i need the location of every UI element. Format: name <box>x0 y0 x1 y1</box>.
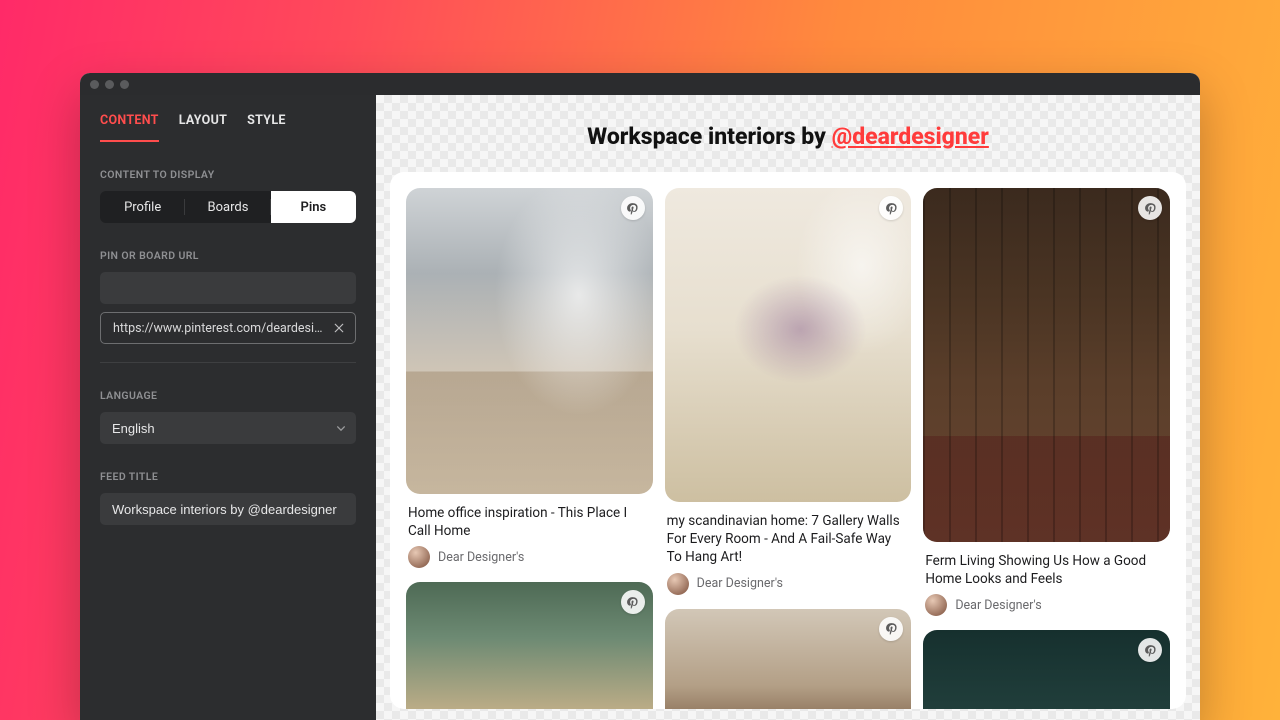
pinterest-icon <box>626 596 639 609</box>
feed-title-input[interactable] <box>100 493 356 525</box>
pin-item[interactable]: Home office inspiration - This Place I C… <box>406 188 653 568</box>
pin-url-chip-text: https://www.pinterest.com/deardesigne… <box>113 321 323 336</box>
pin-item[interactable]: Ferm Living Showing Us How a Good Home L… <box>923 188 1170 616</box>
pin-thumbnail <box>665 609 912 709</box>
pinterest-badge[interactable] <box>1138 196 1162 220</box>
avatar <box>408 546 430 568</box>
pinterest-badge[interactable] <box>621 590 645 614</box>
tab-layout[interactable]: LAYOUT <box>179 113 227 142</box>
close-icon <box>333 322 345 334</box>
pin-thumbnail <box>406 582 653 709</box>
feed-heading: Workspace interiors by @deardesigner <box>376 95 1200 172</box>
pinterest-badge[interactable] <box>879 617 903 641</box>
remove-url-button[interactable] <box>331 320 347 336</box>
segment-profile[interactable]: Profile <box>100 191 185 223</box>
segmented-content-type: Profile Boards Pins <box>100 191 356 223</box>
pinterest-icon <box>1144 202 1157 215</box>
segment-boards[interactable]: Boards <box>185 191 270 223</box>
settings-sidebar: CONTENT LAYOUT STYLE CONTENT TO DISPLAY … <box>80 95 376 720</box>
pin-author[interactable]: Dear Designer's <box>408 546 651 568</box>
pin-thumbnail <box>665 188 912 502</box>
pin-url-chip: https://www.pinterest.com/deardesigne… <box>100 312 356 344</box>
avatar <box>925 594 947 616</box>
masonry-grid: Home office inspiration - This Place I C… <box>406 188 1170 709</box>
author-name: Dear Designer's <box>697 576 783 591</box>
pin-author[interactable]: Dear Designer's <box>667 573 910 595</box>
pin-item[interactable] <box>923 630 1170 709</box>
sidebar-tabs: CONTENT LAYOUT STYLE <box>100 113 356 142</box>
app-window: CONTENT LAYOUT STYLE CONTENT TO DISPLAY … <box>80 73 1200 720</box>
pin-title: Ferm Living Showing Us How a Good Home L… <box>925 552 1168 588</box>
pinterest-badge[interactable] <box>621 196 645 220</box>
pinterest-icon <box>885 202 898 215</box>
language-select[interactable] <box>100 412 356 444</box>
masonry-col: Ferm Living Showing Us How a Good Home L… <box>923 188 1170 709</box>
pin-url-input[interactable] <box>100 272 356 304</box>
feed-heading-handle-link[interactable]: @deardesigner <box>832 123 989 150</box>
label-content-to-display: CONTENT TO DISPLAY <box>100 168 356 181</box>
pinterest-badge[interactable] <box>1138 638 1162 662</box>
divider <box>100 362 356 363</box>
tab-content[interactable]: CONTENT <box>100 113 159 142</box>
tab-style[interactable]: STYLE <box>247 113 286 142</box>
label-pin-url: PIN OR BOARD URL <box>100 249 356 262</box>
pinterest-icon <box>885 622 898 635</box>
masonry-col: Home office inspiration - This Place I C… <box>406 188 653 709</box>
feed-card: Home office inspiration - This Place I C… <box>390 172 1186 709</box>
pin-item[interactable] <box>406 582 653 709</box>
traffic-light-close[interactable] <box>90 80 99 89</box>
pin-author[interactable]: Dear Designer's <box>925 594 1168 616</box>
avatar <box>667 573 689 595</box>
pin-item[interactable] <box>665 609 912 709</box>
traffic-light-minimize[interactable] <box>105 80 114 89</box>
pin-thumbnail <box>406 188 653 494</box>
pinterest-badge[interactable] <box>879 196 903 220</box>
window-titlebar <box>80 73 1200 95</box>
author-name: Dear Designer's <box>438 550 524 565</box>
pin-thumbnail <box>923 630 1170 709</box>
masonry-col: my scandinavian home: 7 Gallery Walls Fo… <box>665 188 912 709</box>
pinterest-icon <box>626 202 639 215</box>
pinterest-icon <box>1144 644 1157 657</box>
pin-title: Home office inspiration - This Place I C… <box>408 504 651 540</box>
pin-item[interactable]: my scandinavian home: 7 Gallery Walls Fo… <box>665 188 912 595</box>
pin-title: my scandinavian home: 7 Gallery Walls Fo… <box>667 512 910 567</box>
segment-pins[interactable]: Pins <box>271 191 356 223</box>
preview-pane: Workspace interiors by @deardesigner <box>376 95 1200 720</box>
pin-thumbnail <box>923 188 1170 542</box>
traffic-light-zoom[interactable] <box>120 80 129 89</box>
label-feed-title: FEED TITLE <box>100 470 356 483</box>
feed-heading-prefix: Workspace interiors by <box>587 123 831 150</box>
author-name: Dear Designer's <box>955 598 1041 613</box>
label-language: LANGUAGE <box>100 389 356 402</box>
